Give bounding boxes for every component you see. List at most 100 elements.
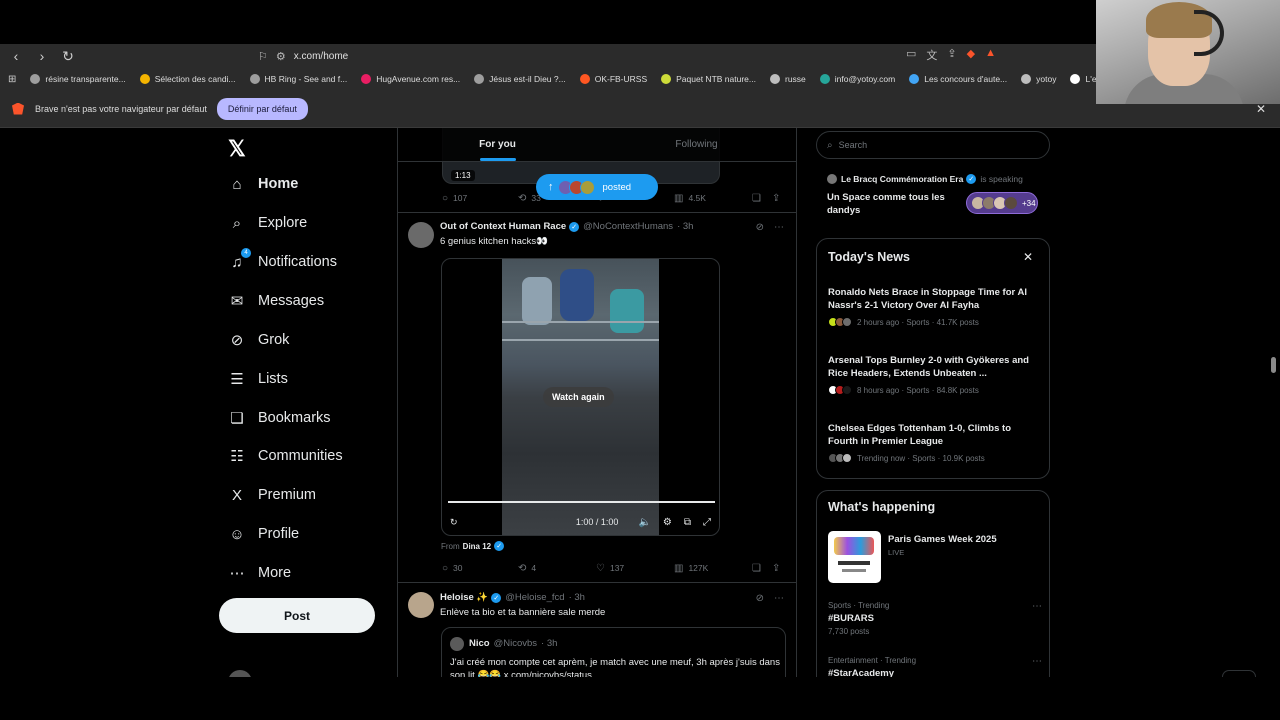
sidebar-item-label: Bookmarks [258, 410, 331, 426]
avatar[interactable] [408, 592, 434, 618]
sidebar-item-messages[interactable]: ✉ Messages [228, 287, 324, 315]
bookmark-favicon-icon [139, 74, 150, 84]
news-meta: 2 hours ago · Sports · 41.7K posts [857, 317, 979, 327]
sidebar-item-label: More [258, 565, 292, 581]
sidebar-item-home[interactable]: ⌂ Home [228, 170, 298, 198]
fullscreen-icon[interactable]: ⤢ [703, 517, 711, 528]
brave-shields-icon[interactable]: ◆ [967, 47, 975, 63]
bookmark-tweet-button[interactable]: ❏ [752, 563, 772, 574]
replay-icon[interactable]: ↻ [450, 517, 458, 528]
account-avatar[interactable] [228, 670, 252, 677]
bookmark-item[interactable]: yotoy [1021, 74, 1056, 84]
author-handle[interactable]: @Heloise_fcd [505, 592, 564, 603]
news-item[interactable]: Ronaldo Nets Brace in Stoppage Time for … [828, 286, 1042, 327]
sidebar-item-label: Grok [258, 332, 290, 348]
reply-icon: ○ [442, 562, 449, 574]
search-input[interactable]: ⌕ Search [816, 131, 1050, 159]
apps-grid-icon[interactable]: ⊞ [8, 74, 16, 85]
new-posts-pill[interactable]: ↑ posted [536, 174, 658, 200]
grok-icon[interactable]: ⊘ [756, 222, 764, 233]
video-time: 1:00 / 1:00 [575, 517, 619, 527]
messages-drawer[interactable] [1222, 670, 1256, 677]
address-bar[interactable]: ⚐ ⚙ x.com/home [258, 46, 998, 66]
avatar[interactable] [408, 222, 434, 248]
bookmark-item[interactable]: OK-FB-URSS [579, 74, 647, 84]
share-tweet-button[interactable]: ⇪ [772, 193, 785, 204]
set-default-button[interactable]: Définir par défaut [216, 97, 308, 120]
post-button[interactable]: Post [219, 598, 375, 633]
like-button[interactable]: ♡ 137 [596, 563, 674, 574]
space-title: Un Space comme tous les dandys [827, 192, 945, 216]
tweet-time[interactable]: · 3h [677, 221, 693, 232]
bookmark-item[interactable]: résine transparente... [30, 74, 126, 84]
sidebar-item-grok[interactable]: ⊘ Grok [228, 326, 290, 354]
brave-rewards-icon[interactable]: ▲ [985, 47, 996, 63]
infobar-close-icon[interactable]: ✕ [1256, 102, 1266, 116]
scrollbar-thumb[interactable] [1271, 357, 1276, 373]
sidebar-item-bookmarks[interactable]: ❏ Bookmarks [228, 404, 331, 432]
news-item[interactable]: Chelsea Edges Tottenham 1-0, Climbs to F… [828, 422, 1042, 463]
share-tweet-button[interactable]: ⇪ [772, 563, 785, 574]
tweet-actions: ○ 30 ⟲ 4 ♡ 137 ▥ 127K ❏ ⇪ [442, 560, 788, 576]
from-account[interactable]: Dina 12 [463, 542, 491, 551]
video-player[interactable]: Watch again ↻ 1:00 / 1:00 🔈 ⚙ ⧉ ⤢ [441, 258, 720, 536]
bookmark-item[interactable]: HB Ring - See and f... [249, 74, 347, 84]
author-name[interactable]: Heloise ✨ [440, 592, 488, 603]
repost-button[interactable]: ⟲ 4 [518, 563, 596, 574]
x-logo-icon[interactable]: 𝕏 [228, 136, 246, 162]
back-icon[interactable]: ‹ [6, 46, 26, 66]
site-info-icon[interactable]: ⚙ [276, 50, 286, 63]
sidebar-item-premium[interactable]: X Premium [228, 481, 316, 509]
bookmark-item[interactable]: Sélection des candi... [139, 74, 236, 84]
volume-icon[interactable]: 🔈 [638, 517, 650, 528]
bookmarks-icon: ❏ [230, 410, 244, 427]
bookmark-item[interactable]: L'esquif fantôme eB... [1070, 74, 1096, 84]
close-icon[interactable]: ✕ [1023, 250, 1033, 264]
views-button[interactable]: ▥ 127K [674, 563, 752, 574]
watch-again-button[interactable]: Watch again [543, 387, 614, 407]
video-progress-bar[interactable] [448, 501, 715, 503]
forward-icon[interactable]: › [32, 46, 52, 66]
author-handle[interactable]: @NoContextHumans [583, 221, 673, 232]
sidebar-item-communities[interactable]: ☷ Communities [228, 442, 342, 470]
translate-icon[interactable]: 文 [926, 47, 937, 63]
quoted-tweet[interactable]: Nico @Nicovbs · 3h J'ai créé mon compte … [441, 627, 786, 677]
bookmark-item[interactable]: info@yotoy.com [819, 74, 895, 84]
sidebar-item-explore[interactable]: ⌕ Explore [228, 209, 307, 237]
live-space-card[interactable]: Le Bracq Commémoration Era ✓ is speaking… [816, 170, 1050, 228]
tweet-time[interactable]: · 3h [569, 592, 585, 603]
more-options-icon[interactable]: ⋯ [1032, 656, 1042, 667]
sidebar-item-notifications[interactable]: ♫ 4 Notifications [228, 248, 337, 276]
reply-button[interactable]: ○ 30 [442, 563, 518, 574]
bookmark-item[interactable]: Paquet NTB nature... [661, 74, 756, 84]
sidebar-item-more[interactable]: ⋯ More [228, 559, 292, 587]
bookmark-item[interactable]: russe [769, 74, 806, 84]
quoted-author-name: Nico [469, 638, 490, 649]
cast-icon[interactable]: ▭ [906, 47, 916, 63]
live-event[interactable]: Paris Games Week 2025 LIVE [828, 529, 1042, 585]
bookmark-item[interactable]: Jésus est-il Dieu ?... [474, 74, 566, 84]
author-name[interactable]: Out of Context Human Race [440, 221, 566, 232]
tab-following[interactable]: Following [597, 128, 796, 161]
trend-item[interactable]: Entertainment · Trending #StarAcademy ⋯ [828, 656, 1042, 677]
more-options-icon[interactable]: ⋯ [774, 593, 784, 604]
news-item[interactable]: Arsenal Tops Burnley 2-0 with Gyökeres a… [828, 354, 1042, 395]
pip-icon[interactable]: ⧉ [684, 517, 691, 528]
tab-for-you[interactable]: For you [398, 128, 597, 161]
trend-item[interactable]: Sports · Trending #BURARS 7,730 posts ⋯ [828, 601, 1042, 636]
bookmark-page-icon[interactable]: ⚐ [258, 50, 268, 63]
bookmark-item[interactable]: HugAvenue.com res... [361, 74, 460, 84]
reply-button[interactable]: ○ 107 [442, 193, 518, 204]
bookmark-tweet-button[interactable]: ❏ [752, 193, 772, 204]
more-options-icon[interactable]: ⋯ [774, 222, 784, 233]
settings-icon[interactable]: ⚙ [663, 517, 672, 528]
sidebar-item-lists[interactable]: ☰ Lists [228, 365, 288, 393]
views-button[interactable]: ▥ 4.5K [674, 193, 752, 204]
more-options-icon[interactable]: ⋯ [1032, 601, 1042, 612]
reload-icon[interactable]: ↻ [58, 46, 78, 66]
bookmark-item[interactable]: Les concours d'aute... [909, 74, 1007, 84]
share-icon[interactable]: ⇪ [947, 47, 956, 63]
grok-icon[interactable]: ⊘ [756, 593, 764, 604]
space-status: is speaking [980, 174, 1023, 184]
sidebar-item-profile[interactable]: ☺ Profile [228, 520, 299, 548]
